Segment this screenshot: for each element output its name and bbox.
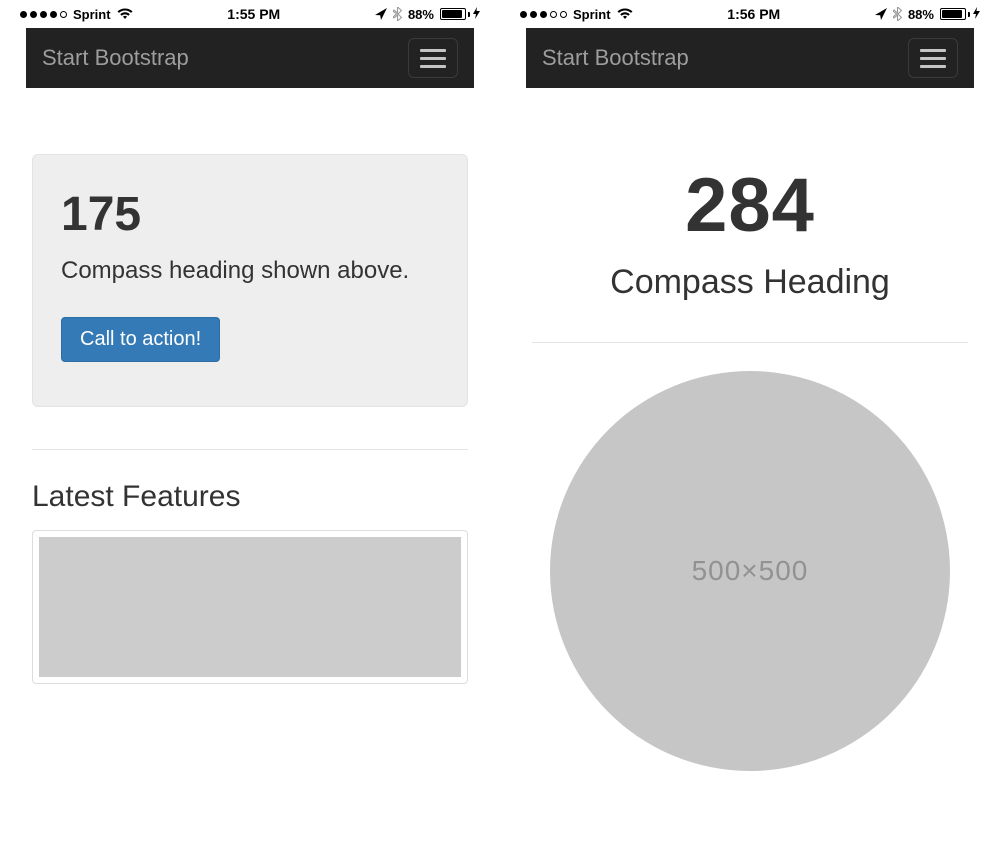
phone-left: Sprint 1:55 PM 88%: [10, 0, 490, 850]
navbar: Start Bootstrap: [526, 28, 974, 88]
location-arrow-icon: [375, 8, 387, 20]
status-bar: Sprint 1:56 PM 88%: [510, 0, 990, 28]
placeholder-dimensions-label: 500×500: [692, 555, 809, 587]
placeholder-circle-image: 500×500: [550, 371, 950, 771]
divider: [32, 449, 468, 450]
navbar-brand[interactable]: Start Bootstrap: [542, 45, 689, 71]
clock-label: 1:55 PM: [227, 6, 280, 22]
battery-pct-label: 88%: [408, 7, 434, 22]
carrier-label: Sprint: [73, 7, 111, 22]
hamburger-icon: [920, 49, 946, 52]
status-bar: Sprint 1:55 PM 88%: [10, 0, 490, 28]
feature-thumbnail[interactable]: [32, 530, 468, 684]
bluetooth-icon: [893, 7, 902, 21]
wifi-icon: [117, 8, 133, 20]
carrier-label: Sprint: [573, 7, 611, 22]
navbar: Start Bootstrap: [26, 28, 474, 88]
heading-well: 175 Compass heading shown above. Call to…: [32, 154, 468, 407]
compass-heading-caption: Compass Heading: [532, 263, 968, 302]
latest-features-heading: Latest Features: [32, 480, 468, 514]
hamburger-icon: [420, 49, 446, 52]
placeholder-image: [39, 537, 461, 677]
compass-heading-value: 284: [532, 162, 968, 249]
navbar-brand[interactable]: Start Bootstrap: [42, 45, 189, 71]
menu-toggle-button[interactable]: [408, 38, 458, 78]
signal-dots-icon: [520, 11, 567, 18]
compass-heading-description: Compass heading shown above.: [61, 254, 439, 289]
menu-toggle-button[interactable]: [908, 38, 958, 78]
signal-dots-icon: [20, 11, 67, 18]
location-arrow-icon: [875, 8, 887, 20]
battery-icon: [440, 7, 480, 22]
bluetooth-icon: [393, 7, 402, 21]
clock-label: 1:56 PM: [727, 6, 780, 22]
compass-heading-value: 175: [61, 187, 439, 242]
battery-icon: [940, 7, 980, 22]
divider: [532, 342, 968, 343]
phone-right: Sprint 1:56 PM 88%: [510, 0, 990, 850]
call-to-action-button[interactable]: Call to action!: [61, 317, 220, 362]
wifi-icon: [617, 8, 633, 20]
battery-pct-label: 88%: [908, 7, 934, 22]
